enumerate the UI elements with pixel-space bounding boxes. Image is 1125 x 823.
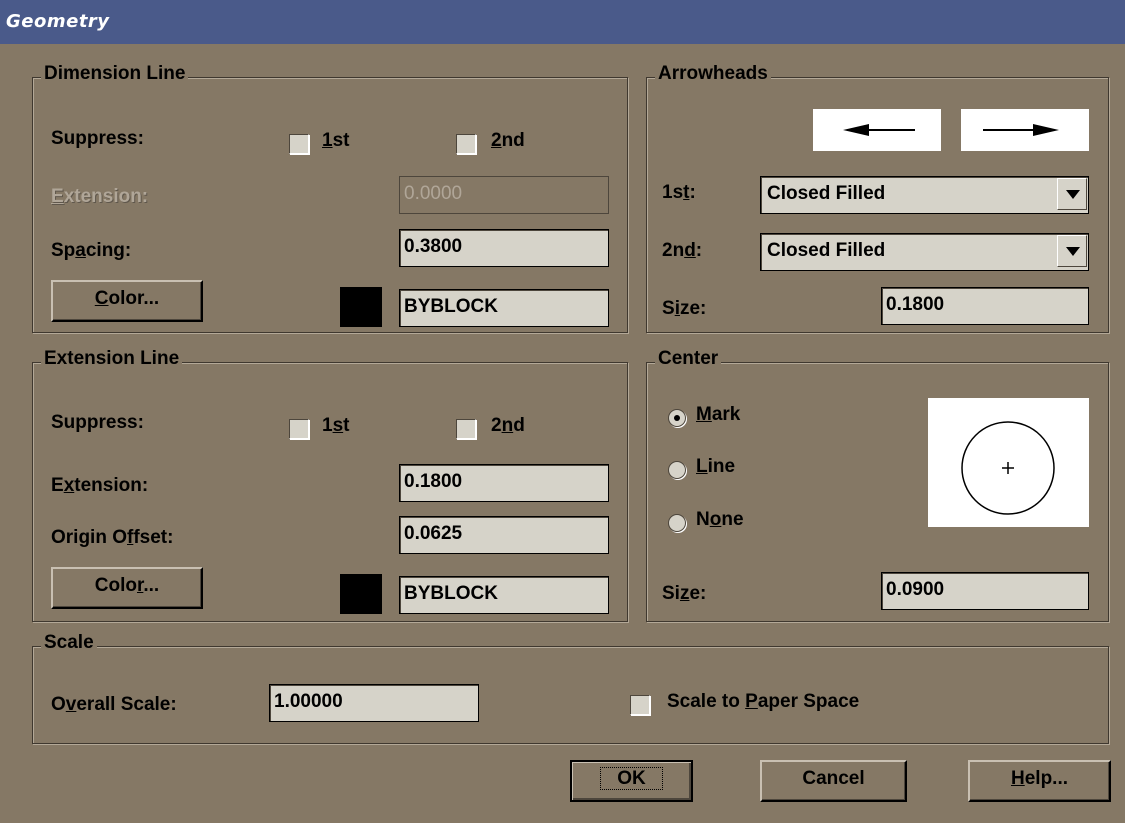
center-none-label[interactable]: None (696, 509, 744, 531)
arrowheads-title: Arrowheads (655, 63, 771, 85)
extension-color-swatch (340, 574, 382, 614)
first-arrowhead-label: 1st: (662, 182, 696, 203)
second-arrowhead-label: 2nd: (662, 240, 703, 261)
first-arrowhead-dropdown-button[interactable] (1057, 178, 1087, 210)
second-arrowhead-select[interactable]: Closed Filled (760, 233, 1089, 271)
dimension-suppress-label: Suppress: (51, 128, 144, 149)
arrowhead-size-field[interactable]: 0.1800 (881, 287, 1089, 325)
dimension-line-title: Dimension Line (41, 63, 189, 85)
dimension-spacing-field[interactable]: 0.3800 (399, 229, 609, 267)
extension-suppress-1st-checkbox[interactable] (289, 419, 309, 439)
extension-color-button[interactable]: Color... (51, 567, 203, 609)
dimension-color-button[interactable]: Color... (51, 280, 203, 322)
chevron-down-icon (1066, 190, 1080, 199)
dimension-spacing-label: Spacing: (51, 240, 132, 261)
dimension-extension-label: Extension: (51, 186, 149, 207)
help-button[interactable]: Help... (968, 760, 1111, 802)
dimension-suppress-1st-checkbox[interactable] (289, 134, 309, 154)
center-size-label: Size: (662, 583, 707, 604)
center-title: Center (655, 348, 722, 370)
center-mark-preview (928, 398, 1089, 527)
overall-scale-field[interactable]: 1.00000 (269, 684, 479, 722)
dimension-suppress-1st-label[interactable]: 1st (322, 130, 349, 152)
center-size-field[interactable]: 0.0900 (881, 572, 1089, 610)
scale-title: Scale (41, 632, 97, 654)
dimension-extension-field[interactable]: 0.0000 (399, 176, 609, 214)
extension-suppress-2nd-label[interactable]: 2nd (491, 415, 525, 437)
second-arrowhead-dropdown-button[interactable] (1057, 235, 1087, 267)
second-arrowhead-icon (983, 124, 1059, 136)
extension-color-field[interactable]: BYBLOCK (399, 576, 609, 614)
extension-suppress-2nd-checkbox[interactable] (456, 419, 476, 439)
first-arrowhead-select[interactable]: Closed Filled (760, 176, 1089, 214)
origin-offset-field[interactable]: 0.0625 (399, 516, 609, 554)
arrowhead-size-label: Size: (662, 298, 707, 319)
window-title-bar[interactable]: Geometry (0, 0, 1125, 44)
chevron-down-icon (1066, 247, 1080, 256)
extension-suppress-1st-label[interactable]: 1st (322, 415, 349, 437)
extension-extension-field[interactable]: 0.1800 (399, 464, 609, 502)
dimension-suppress-2nd-checkbox[interactable] (456, 134, 476, 154)
extension-line-title: Extension Line (41, 348, 183, 370)
center-mark-radio[interactable] (668, 409, 686, 427)
extension-extension-label: Extension: (51, 475, 149, 496)
first-arrowhead-icon (843, 124, 915, 136)
cancel-button[interactable]: Cancel (760, 760, 907, 802)
extension-suppress-label: Suppress: (51, 412, 144, 433)
center-mark-icon (961, 421, 1055, 515)
origin-offset-label: Origin Offset: (51, 527, 174, 548)
scale-to-paper-space-label[interactable]: Scale to Paper Space (667, 691, 859, 713)
center-mark-label[interactable]: Mark (696, 404, 740, 426)
dimension-color-field[interactable]: BYBLOCK (399, 289, 609, 327)
second-arrowhead-value: Closed Filled (767, 240, 886, 261)
dimension-suppress-2nd-label[interactable]: 2nd (491, 130, 525, 152)
center-line-radio[interactable] (668, 461, 686, 479)
first-arrowhead-value: Closed Filled (767, 183, 886, 204)
overall-scale-label: Overall Scale: (51, 694, 177, 715)
first-arrowhead-preview (813, 109, 941, 151)
center-line-label[interactable]: Line (696, 456, 735, 478)
ok-button[interactable]: OK (570, 760, 693, 802)
dimension-color-swatch (340, 287, 382, 327)
center-none-radio[interactable] (668, 514, 686, 532)
radio-selected-dot (674, 415, 680, 421)
window-title: Geometry (6, 11, 110, 32)
scale-group: Scale (32, 632, 1109, 744)
scale-to-paper-space-checkbox[interactable] (630, 695, 650, 715)
second-arrowhead-preview (961, 109, 1089, 151)
